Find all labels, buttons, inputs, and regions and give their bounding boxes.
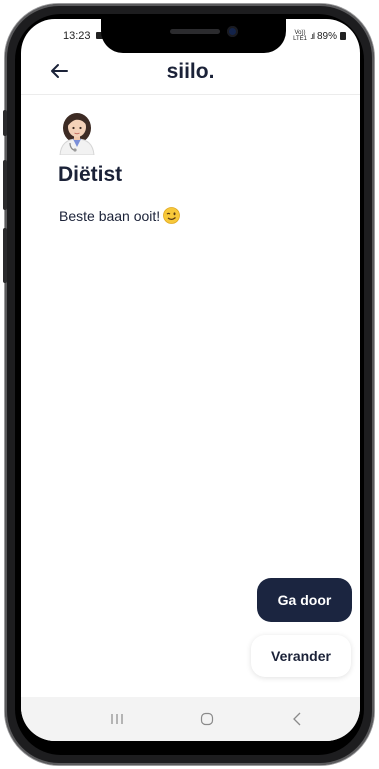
volume-down-button [3, 160, 7, 210]
back-icon[interactable] [285, 707, 309, 731]
woman-health-worker-icon [54, 109, 100, 156]
app-logo: siilo. [166, 60, 215, 83]
change-button[interactable]: Verander [251, 635, 351, 677]
recent-apps-icon[interactable] [105, 707, 129, 731]
camera-notch [101, 19, 286, 53]
screen: 13:23 Vo)) LTE1 .ıl 89% siilo. Diëtist B… [21, 19, 360, 741]
speaker-grille [170, 29, 220, 34]
network-indicator: Vo)) LTE1 [293, 30, 307, 42]
winking-face-icon [163, 207, 181, 227]
header: siilo. [21, 55, 360, 95]
volume-button [3, 110, 7, 136]
system-navigation-bar [21, 697, 360, 741]
battery-icon [340, 32, 346, 40]
side-button [3, 228, 7, 283]
profile-title: Diëtist [58, 163, 123, 186]
battery-percentage: 89% [316, 30, 337, 42]
status-indicators: Vo)) LTE1 .ıl 89% [293, 30, 346, 42]
message-text: Beste baan ooit! [59, 208, 161, 224]
profile-message: Beste baan ooit! [59, 207, 181, 227]
continue-button[interactable]: Ga door [257, 578, 352, 622]
home-icon[interactable] [195, 707, 219, 731]
signal-icon: .ıl [309, 31, 315, 41]
front-camera [227, 26, 238, 37]
status-time: 13:23 [63, 30, 91, 42]
